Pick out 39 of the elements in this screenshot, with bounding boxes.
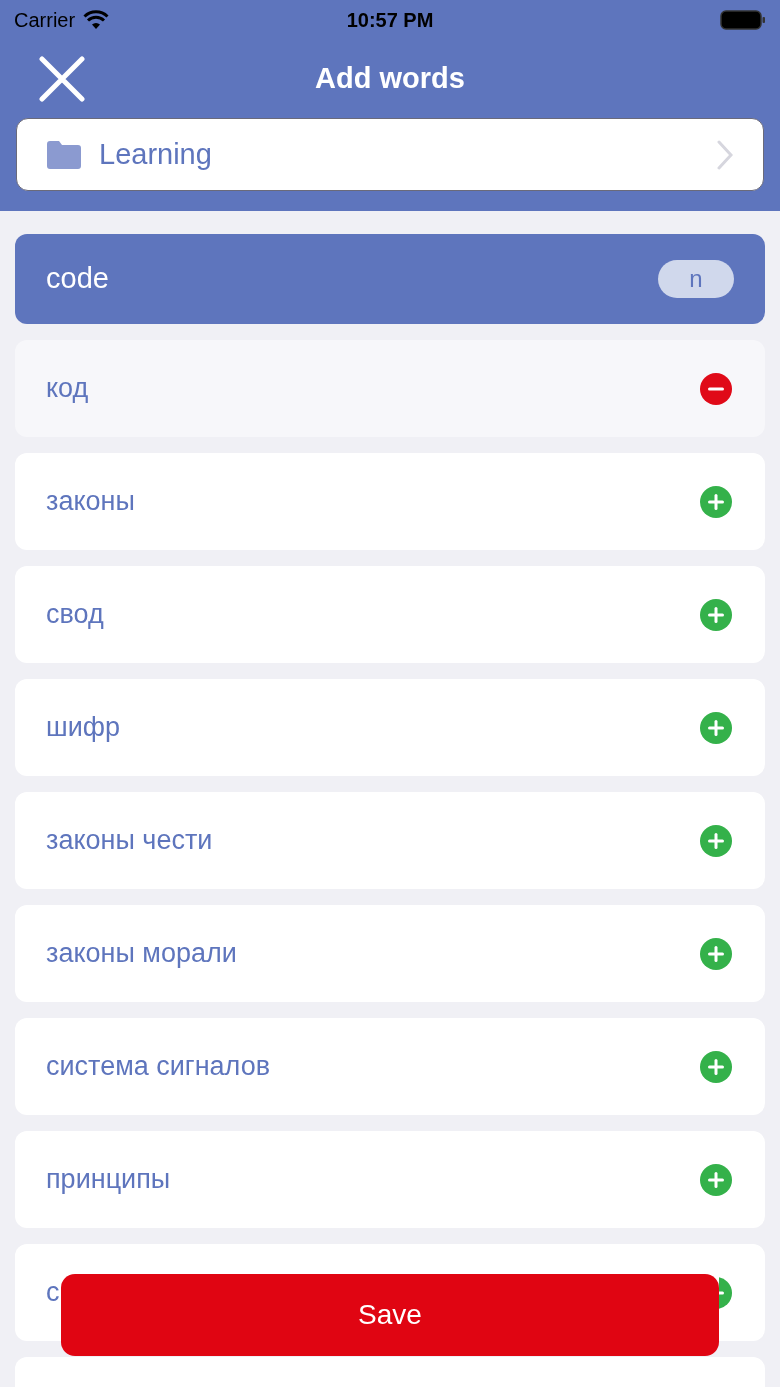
translation-text: свод bbox=[46, 598, 104, 632]
translation-row[interactable]: шифр bbox=[15, 679, 765, 776]
battery-icon bbox=[720, 10, 766, 30]
translation-row[interactable]: свод bbox=[15, 566, 765, 663]
translation-text: законы bbox=[46, 485, 135, 519]
part-of-speech-tag: n bbox=[658, 260, 734, 298]
add-icon[interactable] bbox=[719, 1276, 732, 1309]
translation-text: шифр bbox=[46, 711, 120, 745]
translation-row[interactable]: система сигналов bbox=[15, 1018, 765, 1115]
add-icon[interactable] bbox=[700, 1050, 732, 1083]
folder-name: Learning bbox=[99, 136, 212, 172]
add-icon[interactable] bbox=[700, 824, 732, 857]
close-icon bbox=[39, 56, 85, 102]
translation-row[interactable]: законы bbox=[15, 453, 765, 550]
save-button[interactable]: Save bbox=[61, 1274, 719, 1356]
status-time: 10:57 PM bbox=[346, 8, 434, 33]
folder-selector[interactable]: Learning bbox=[16, 118, 764, 191]
translation-text: код bbox=[46, 372, 89, 406]
folder-icon bbox=[47, 140, 81, 169]
remove-icon[interactable] bbox=[700, 372, 732, 405]
translation-row[interactable]: законы чести bbox=[15, 792, 765, 889]
add-icon[interactable] bbox=[700, 711, 732, 744]
add-icon[interactable] bbox=[700, 1163, 732, 1196]
wifi-icon bbox=[83, 10, 110, 30]
translation-row[interactable]: законы морали bbox=[15, 905, 765, 1002]
carrier-label: Carrier bbox=[14, 8, 76, 33]
chevron-right-icon bbox=[717, 139, 733, 170]
translation-text: система сигналов bbox=[46, 1050, 270, 1084]
translation-row[interactable]: принципы bbox=[15, 1131, 765, 1228]
translation-text: законы морали bbox=[46, 937, 237, 971]
translation-text: с bbox=[46, 1276, 60, 1310]
add-icon[interactable] bbox=[700, 937, 732, 970]
add-icon[interactable] bbox=[700, 598, 732, 631]
translation-text: законы чести bbox=[46, 824, 213, 858]
screen-title: Add words bbox=[315, 61, 465, 97]
close-button[interactable] bbox=[38, 55, 86, 103]
add-icon[interactable] bbox=[700, 485, 732, 518]
word-text: code bbox=[46, 261, 109, 297]
translation-text: принципы bbox=[46, 1163, 171, 1197]
